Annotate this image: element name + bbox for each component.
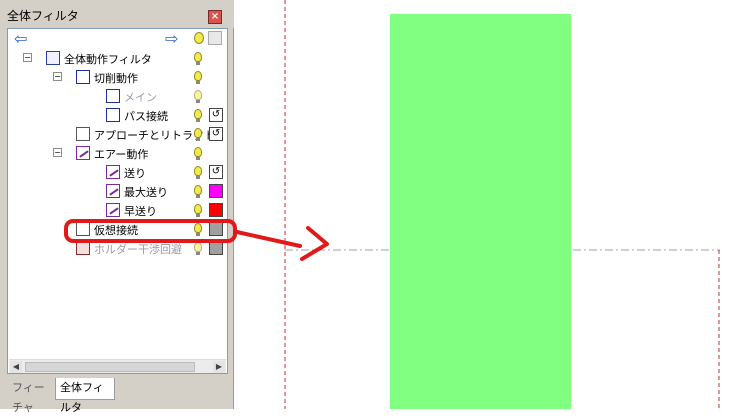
hole-icon [76,241,90,255]
tree-item[interactable]: − エアー動作 [8,144,227,163]
toolpath-green-block [390,14,571,409]
visibility-bulb-icon[interactable] [194,109,202,122]
tree-item-label: 早送り [124,205,157,218]
tree-item-label: 全体動作フィルタ [64,53,152,66]
tab-feature[interactable]: フィーチャ [8,378,52,414]
tree-item[interactable]: − 切削動作 [8,68,227,87]
tree-item[interactable]: − 全体動作フィルタ [8,49,227,68]
expander-toggle[interactable]: − [23,53,32,62]
annotation-highlight-box [64,219,237,243]
tree-item[interactable]: 早送り [8,201,227,220]
box-icon [76,70,90,84]
pen-icon [106,184,120,198]
panel-title-bar: 全体フィルタ × [0,0,234,28]
tree-item[interactable]: アプローチとリトラクト ↺ [8,125,227,144]
visibility-bulb-icon[interactable] [194,185,202,198]
color-swatch[interactable] [209,241,223,255]
forward-arrow-icon[interactable]: ⇨ [165,30,178,48]
pen-icon [76,146,90,160]
visibility-bulb-icon[interactable] [194,204,202,217]
color-swatch[interactable] [209,184,223,198]
scroll-right-button[interactable]: ▶ [213,361,225,373]
scrollbar-thumb[interactable] [25,362,195,372]
visibility-bulb-icon[interactable] [194,90,202,103]
color-column-header [208,31,222,45]
box-icon [106,89,120,103]
horizontal-scrollbar[interactable]: ◀ ▶ [9,359,226,373]
box-icon [106,108,120,122]
pen-icon [106,203,120,217]
reset-color-icon[interactable]: ↺ [209,108,223,122]
visibility-bulb-icon[interactable] [194,52,202,65]
tree-item-label: エアー動作 [94,148,149,161]
tree-item[interactable]: パス接続 ↺ [8,106,227,125]
tree-item-label: 切削動作 [94,72,138,85]
tree-item[interactable]: 送り ↺ [8,163,227,182]
viewport-canvas [284,0,720,409]
visibility-bulb-icon[interactable] [194,128,202,141]
color-swatch[interactable] [209,203,223,217]
tree-item-label: 送り [124,167,146,180]
tree-item-label: ホルダー干渉回避 [94,243,182,256]
visibility-bulb-icon[interactable] [194,71,202,84]
folder-icon [46,51,60,65]
filter-tree: ⇦ ⇨ − 全体動作フィルタ − 切削動作 メイン パス接続 ↺ アプローチとリトラクト ↺ − エ… [7,28,228,374]
panel-title: 全体フィルタ [7,9,79,23]
nav-row: ⇦ ⇨ [8,29,227,49]
visibility-bulb-icon[interactable] [194,147,202,160]
close-button[interactable]: × [208,10,222,24]
expander-toggle[interactable]: − [53,148,62,157]
visibility-bulb-icon[interactable] [194,166,202,179]
tree-item-label: 最大送り [124,186,168,199]
tree-item-label: メイン [124,91,157,104]
bulb-icon[interactable] [194,32,204,44]
tree-item-label: パス接続 [124,110,168,123]
reset-color-icon[interactable]: ↺ [209,127,223,141]
pen-icon [106,165,120,179]
expander-toggle[interactable]: − [53,72,62,81]
back-arrow-icon[interactable]: ⇦ [14,30,27,48]
tree-item[interactable]: メイン [8,87,227,106]
tab-global-filter[interactable]: 全体フィルタ [55,378,115,414]
scroll-left-button[interactable]: ◀ [10,361,22,373]
arrow-icon [76,127,90,141]
visibility-bulb-icon[interactable] [194,242,202,255]
tree-item[interactable]: 最大送り [8,182,227,201]
filter-panel: 全体フィルタ × ⇦ ⇨ − 全体動作フィルタ − 切削動作 メイン パス接続 ↺ アプローチ… [0,0,234,414]
reset-color-icon[interactable]: ↺ [209,165,223,179]
